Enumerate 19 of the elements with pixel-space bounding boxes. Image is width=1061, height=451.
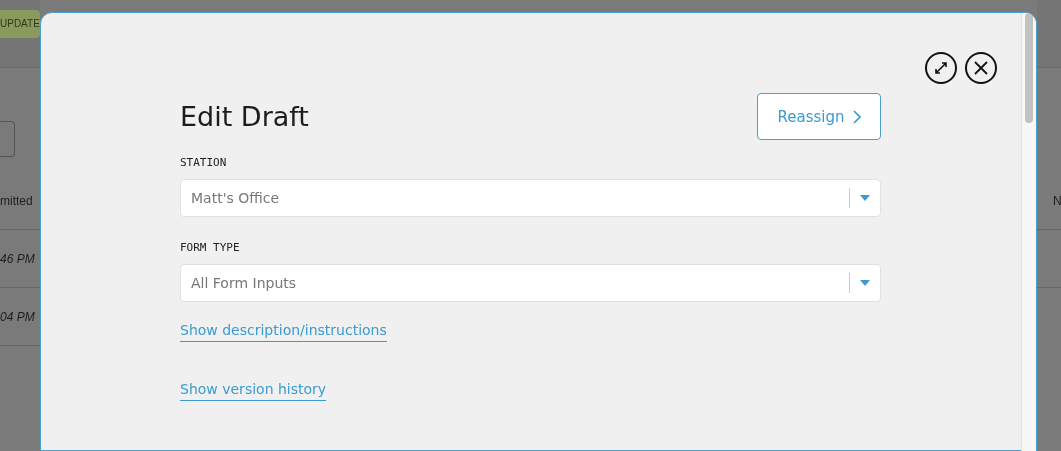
scrollbar-thumb[interactable] <box>1025 13 1033 123</box>
column-header: N <box>1052 194 1061 208</box>
reassign-button[interactable]: Reassign <box>757 93 881 140</box>
column-header: mitted <box>0 194 33 208</box>
field-label: FORM TYPE <box>180 241 241 254</box>
field-label: STATION <box>180 156 228 169</box>
close-button[interactable] <box>965 52 997 84</box>
dropdown-field[interactable]: All Form Inputs <box>180 264 881 302</box>
expand-icon <box>933 60 949 76</box>
dropdown-field[interactable]: Matt's Office <box>180 179 881 217</box>
table-cell: 04 PM <box>0 309 35 324</box>
toggle-link[interactable]: Show version history <box>180 381 327 401</box>
toggle-link[interactable]: Show description/instructions <box>180 322 387 342</box>
expand-button[interactable] <box>925 52 957 84</box>
dialog-title: Edit Draft <box>180 101 309 132</box>
chevron-right-icon <box>852 109 861 124</box>
close-icon <box>973 60 989 76</box>
table-cell: 46 PM <box>0 251 35 266</box>
status-tag: UPDATE <box>0 10 40 38</box>
